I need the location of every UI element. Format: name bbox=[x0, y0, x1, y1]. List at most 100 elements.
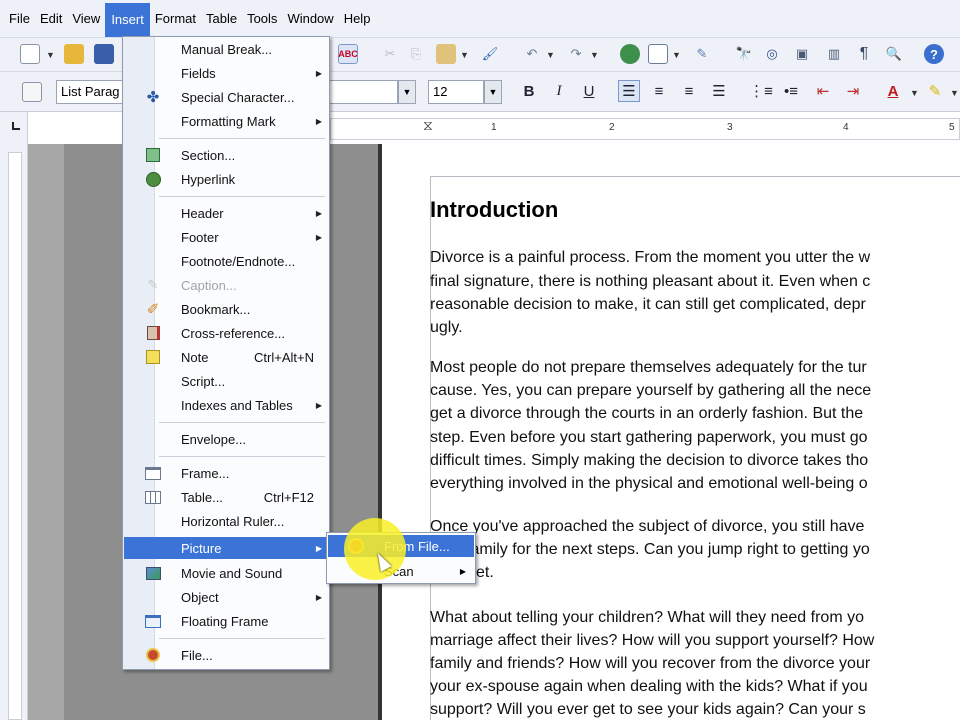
table-insert-icon[interactable] bbox=[648, 44, 668, 64]
menu-table[interactable]: Table bbox=[201, 0, 242, 38]
highlighting-dropdown-icon[interactable]: ▼ bbox=[950, 88, 959, 98]
document-line[interactable]: your ex-spouse again when dealing with t… bbox=[430, 677, 868, 697]
open-folder-icon[interactable] bbox=[64, 44, 84, 64]
menu-file[interactable]: File bbox=[4, 0, 35, 38]
menu-item-footnote-endnote[interactable]: Footnote/Endnote... bbox=[124, 250, 328, 272]
zoom-icon[interactable]: 🔍 bbox=[884, 44, 904, 64]
menu-item-horizontal-ruler[interactable]: Horizontal Ruler... bbox=[124, 510, 328, 532]
menu-item-cross-reference[interactable]: Cross-reference... bbox=[124, 322, 328, 344]
menu-window[interactable]: Window bbox=[282, 0, 338, 38]
document-line[interactable]: cause. Yes, you can prepare yourself by … bbox=[430, 381, 871, 401]
new-document-icon[interactable] bbox=[20, 44, 40, 64]
align-right-button[interactable]: ≡ bbox=[678, 80, 700, 102]
menu-item-movie-and-sound[interactable]: Movie and Sound bbox=[124, 562, 328, 584]
menu-help[interactable]: Help bbox=[339, 0, 376, 38]
indent-marker-icon[interactable]: ⧖ bbox=[423, 117, 433, 134]
decrease-indent-button[interactable]: ⇤ bbox=[812, 80, 834, 102]
menu-item-frame[interactable]: Frame... bbox=[124, 462, 328, 484]
bullets-button[interactable]: •≡ bbox=[780, 80, 802, 102]
document-line[interactable]: Most people do not prepare themselves ad… bbox=[430, 358, 867, 378]
menu-item-script[interactable]: Script... bbox=[124, 370, 328, 392]
document-line[interactable]: get a divorce through the courts in an o… bbox=[430, 404, 863, 424]
document-line[interactable]: step. Even before you start gathering pa… bbox=[430, 428, 868, 448]
undo-dropdown-icon[interactable]: ▼ bbox=[546, 50, 555, 60]
highlighting-button[interactable]: ✎ bbox=[924, 80, 946, 102]
document-line[interactable]: et. bbox=[476, 563, 494, 583]
menu-edit[interactable]: Edit bbox=[35, 0, 67, 38]
font-size-dropdown-icon[interactable]: ▼ bbox=[484, 80, 502, 104]
menu-view[interactable]: View bbox=[67, 0, 105, 38]
document-heading[interactable]: Introduction bbox=[430, 197, 558, 223]
menu-tools[interactable]: Tools bbox=[242, 0, 282, 38]
menu-item-formatting-mark[interactable]: Formatting Mark ▶ bbox=[124, 110, 328, 132]
navigator-icon[interactable]: ◎ bbox=[762, 44, 782, 64]
menu-item-note[interactable]: Note Ctrl+Alt+N bbox=[124, 346, 328, 368]
styles-formatting-icon[interactable] bbox=[22, 82, 42, 102]
menu-item-table[interactable]: Table... Ctrl+F12 bbox=[124, 486, 328, 508]
paste-dropdown-icon[interactable]: ▼ bbox=[460, 50, 469, 60]
data-sources-icon[interactable]: ▥ bbox=[824, 44, 844, 64]
tab-type-icon[interactable] bbox=[12, 122, 20, 130]
new-dropdown-icon[interactable]: ▼ bbox=[46, 50, 55, 60]
document-line[interactable]: family and friends? How will you recover… bbox=[430, 654, 870, 674]
menu-item-manual-break[interactable]: Manual Break... bbox=[124, 38, 328, 60]
clone-formatting-icon[interactable]: 🖌 bbox=[480, 44, 500, 64]
undo-icon[interactable]: ↶ bbox=[522, 44, 542, 64]
menu-item-object[interactable]: Object ▶ bbox=[124, 586, 328, 608]
document-line[interactable]: final signature, there is nothing pleasa… bbox=[430, 272, 870, 292]
save-icon[interactable] bbox=[94, 44, 114, 64]
redo-dropdown-icon[interactable]: ▼ bbox=[590, 50, 599, 60]
bold-button[interactable]: B bbox=[518, 80, 540, 102]
formatting-marks-icon[interactable]: ¶ bbox=[854, 44, 874, 64]
menu-item-hyperlink[interactable]: Hyperlink bbox=[124, 168, 328, 190]
hyperlink-icon[interactable] bbox=[620, 44, 640, 64]
menu-format[interactable]: Format bbox=[150, 0, 201, 38]
document-line[interactable]: everything involved in the physical and … bbox=[430, 474, 868, 494]
increase-indent-button[interactable]: ⇥ bbox=[842, 80, 864, 102]
font-name-dropdown-icon[interactable]: ▼ bbox=[398, 80, 416, 104]
document-line[interactable]: family for the next steps. Can you jump … bbox=[466, 540, 870, 560]
align-center-button[interactable]: ≡ bbox=[648, 80, 670, 102]
font-color-dropdown-icon[interactable]: ▼ bbox=[910, 88, 919, 98]
document-line[interactable]: Divorce is a painful process. From the m… bbox=[430, 248, 870, 268]
menu-item-indexes-and-tables[interactable]: Indexes and Tables ▶ bbox=[124, 394, 328, 416]
document-line[interactable]: reasonable decision to make, it can stil… bbox=[430, 295, 866, 315]
autospellcheck-icon[interactable]: ABC bbox=[338, 44, 358, 64]
help-icon[interactable]: ? bbox=[924, 44, 944, 64]
document-line[interactable]: What about telling your children? What w… bbox=[430, 608, 864, 628]
font-size-combo[interactable]: 12 bbox=[428, 80, 484, 104]
menu-item-header[interactable]: Header ▶ bbox=[124, 202, 328, 224]
table-dropdown-icon[interactable]: ▼ bbox=[672, 50, 681, 60]
document-line[interactable]: support? Will you ever get to see your k… bbox=[430, 700, 866, 720]
paragraph-style-combo[interactable]: List Parag bbox=[56, 80, 126, 104]
document-line[interactable]: Once you've approached the subject of di… bbox=[430, 517, 864, 537]
justify-button[interactable]: ☰ bbox=[708, 80, 730, 102]
menu-item-fields[interactable]: Fields ▶ bbox=[124, 62, 328, 84]
underline-button[interactable]: U bbox=[578, 80, 600, 102]
menu-item-file[interactable]: File... bbox=[124, 644, 328, 666]
menu-item-floating-frame[interactable]: Floating Frame bbox=[124, 610, 328, 632]
align-left-button[interactable]: ☰ bbox=[618, 80, 640, 102]
menu-insert[interactable]: Insert bbox=[105, 2, 150, 37]
menu-item-envelope[interactable]: Envelope... bbox=[124, 428, 328, 450]
find-replace-icon[interactable]: 🔭 bbox=[734, 44, 754, 64]
font-name-combo[interactable] bbox=[330, 80, 398, 104]
show-draw-functions-icon[interactable]: ✎ bbox=[692, 44, 712, 64]
paste-icon[interactable] bbox=[436, 44, 456, 64]
font-color-button[interactable]: A bbox=[882, 80, 904, 102]
menu-item-footer[interactable]: Footer ▶ bbox=[124, 226, 328, 248]
copy-icon[interactable]: ⎘ bbox=[406, 44, 426, 64]
menu-item-bookmark[interactable]: ✐ Bookmark... bbox=[124, 298, 328, 320]
menu-item-special-character[interactable]: ✤ Special Character... bbox=[124, 86, 328, 108]
vertical-ruler[interactable] bbox=[0, 144, 28, 720]
document-line[interactable]: difficult times. Simply making the decis… bbox=[430, 451, 868, 471]
menu-item-picture[interactable]: Picture ▶ bbox=[124, 537, 328, 559]
numbering-button[interactable]: ⋮≡ bbox=[749, 80, 773, 102]
redo-icon[interactable]: ↷ bbox=[566, 44, 586, 64]
document-line[interactable]: marriage affect their lives? How will yo… bbox=[430, 631, 874, 651]
horizontal-ruler[interactable]: ⧖ 1 2 3 4 5 bbox=[330, 117, 960, 140]
cut-icon[interactable]: ✂ bbox=[380, 44, 400, 64]
gallery-icon[interactable]: ▣ bbox=[792, 44, 812, 64]
menu-item-section[interactable]: Section... bbox=[124, 144, 328, 166]
document-line[interactable]: ugly. bbox=[430, 318, 463, 338]
